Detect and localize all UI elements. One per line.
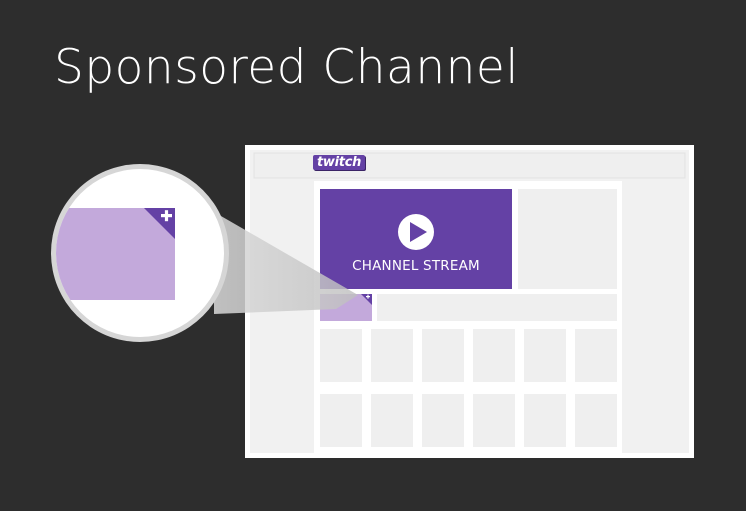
channel-info-bar <box>377 294 617 321</box>
play-icon[interactable] <box>398 214 434 250</box>
channel-stream-label: CHANNEL STREAM <box>352 258 480 274</box>
illustration <box>51 145 694 458</box>
twitch-logo: twitch <box>313 155 366 170</box>
side-panel <box>518 189 617 289</box>
magnifier-lens <box>51 164 229 342</box>
